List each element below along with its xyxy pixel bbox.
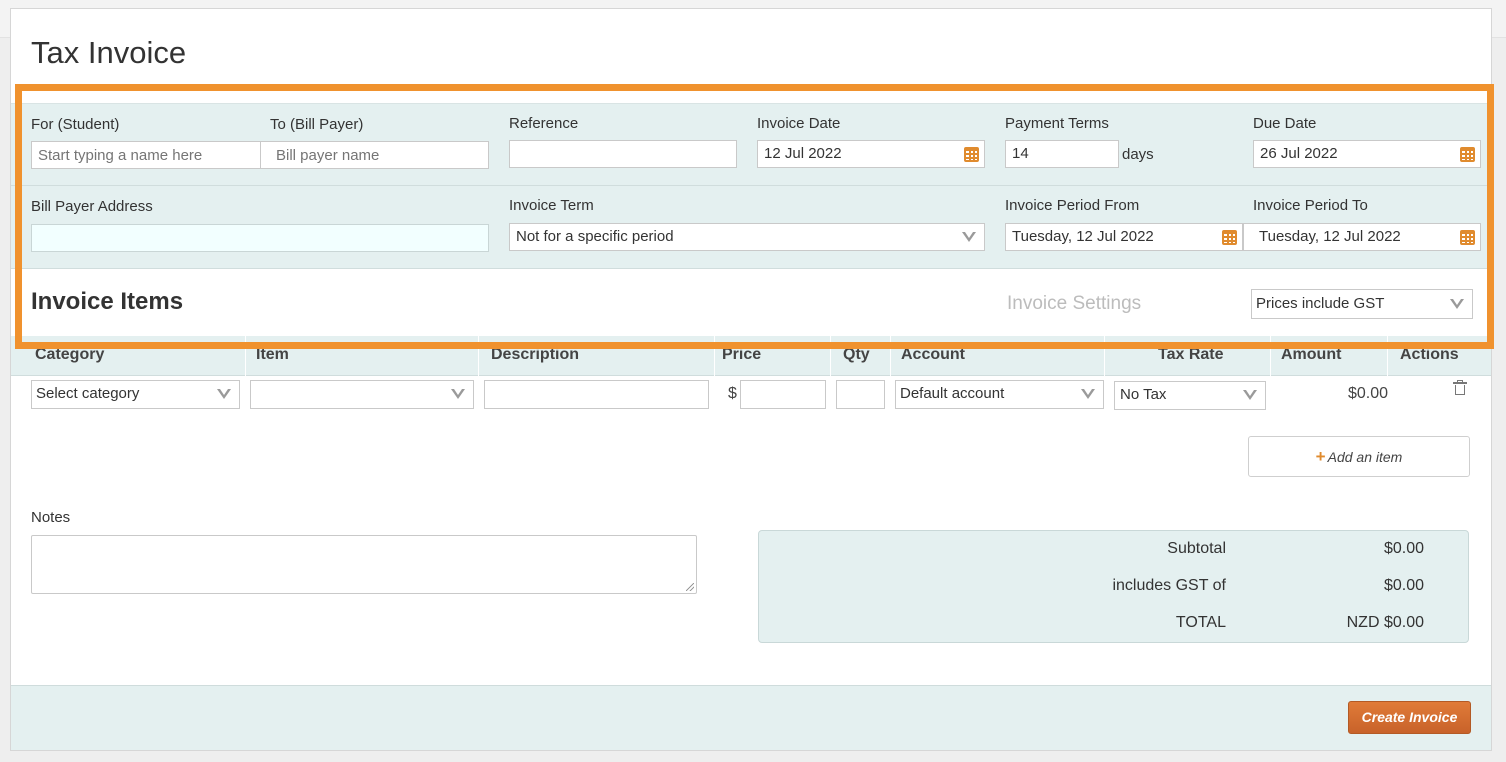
notes-textarea[interactable] <box>31 535 697 594</box>
column-header-item: Item <box>256 346 289 363</box>
column-header-qty: Qty <box>843 346 870 363</box>
category-select[interactable]: Select category <box>31 380 240 409</box>
reference-label: Reference <box>509 115 579 132</box>
bill-payer-address-label: Bill Payer Address <box>31 198 153 215</box>
for-student-input[interactable] <box>31 141 260 169</box>
invoice-page: Tax Invoice For (Student) To (Bill Payer… <box>10 8 1492 751</box>
tax-rate-select[interactable]: No Tax <box>1114 381 1266 410</box>
gst-mode-select[interactable]: Prices include GST <box>1251 289 1473 319</box>
qty-input[interactable] <box>836 380 885 409</box>
item-select[interactable] <box>250 380 474 409</box>
gst-row: includes GST of $0.00 <box>759 577 1470 597</box>
period-to-label: Invoice Period To <box>1253 197 1368 214</box>
payment-terms-label: Payment Terms <box>1005 115 1109 132</box>
period-to-input[interactable]: Tuesday, 12 Jul 2022 <box>1243 223 1481 251</box>
page-title: Tax Invoice <box>31 35 187 70</box>
calendar-icon[interactable] <box>1460 147 1475 162</box>
category-value: Select category <box>36 385 140 402</box>
plus-icon: + <box>1315 447 1326 466</box>
column-header-actions: Actions <box>1400 346 1459 363</box>
chevron-down-icon <box>451 389 465 399</box>
tax-rate-value: No Tax <box>1120 386 1167 403</box>
row-amount: $0.00 <box>1347 385 1388 402</box>
chevron-down-icon <box>1450 299 1464 309</box>
description-input[interactable] <box>484 380 709 409</box>
currency-symbol: $ <box>728 385 737 402</box>
bill-payer-input[interactable] <box>260 141 489 169</box>
add-item-label: Add an item <box>1327 449 1403 465</box>
column-header-account: Account <box>901 346 965 363</box>
calendar-icon[interactable] <box>1460 230 1475 245</box>
trash-icon[interactable] <box>1453 380 1467 395</box>
column-header-description: Description <box>491 346 580 363</box>
column-header-category: Category <box>35 346 105 363</box>
gst-label: includes GST of <box>1112 577 1226 594</box>
due-date-input[interactable]: 26 Jul 2022 <box>1253 140 1481 168</box>
total-value: NZD $0.00 <box>1346 614 1424 631</box>
period-from-label: Invoice Period From <box>1005 197 1140 214</box>
subtotal-row: Subtotal $0.00 <box>759 540 1470 560</box>
payment-terms-unit: days <box>1122 146 1154 163</box>
for-student-label: For (Student) <box>31 116 120 133</box>
items-table-header: Category Item Description Price Qty Acco… <box>11 336 1491 376</box>
price-input[interactable] <box>740 380 826 409</box>
account-select[interactable]: Default account <box>895 380 1104 409</box>
gst-value: $0.00 <box>1383 577 1424 594</box>
period-to-value: Tuesday, 12 Jul 2022 <box>1259 228 1401 245</box>
due-date-label: Due Date <box>1253 115 1317 132</box>
column-header-tax-rate: Tax Rate <box>1158 346 1224 363</box>
invoice-date-label: Invoice Date <box>757 115 841 132</box>
totals-panel: Subtotal $0.00 includes GST of $0.00 TOT… <box>758 530 1469 643</box>
period-from-input[interactable]: Tuesday, 12 Jul 2022 <box>1005 223 1243 251</box>
invoice-term-select[interactable]: Not for a specific period <box>509 223 985 251</box>
invoice-date-input[interactable]: 12 Jul 2022 <box>757 140 985 168</box>
due-date-value: 26 Jul 2022 <box>1260 145 1338 162</box>
invoice-settings-link[interactable]: Invoice Settings <box>1007 293 1141 315</box>
create-invoice-button[interactable]: Create Invoice <box>1348 701 1471 734</box>
period-from-value: Tuesday, 12 Jul 2022 <box>1012 228 1154 245</box>
gst-mode-value: Prices include GST <box>1256 295 1385 312</box>
add-item-button[interactable]: + Add an item <box>1248 436 1470 477</box>
invoice-term-label: Invoice Term <box>509 197 594 214</box>
total-label: TOTAL <box>1175 614 1226 631</box>
chevron-down-icon <box>217 389 231 399</box>
account-value: Default account <box>900 385 1005 402</box>
payment-terms-value: 14 <box>1012 145 1029 162</box>
invoice-term-value: Not for a specific period <box>516 228 674 245</box>
calendar-icon[interactable] <box>964 147 979 162</box>
chevron-down-icon <box>1081 389 1095 399</box>
subtotal-value: $0.00 <box>1383 540 1424 557</box>
invoice-items-title: Invoice Items <box>31 288 184 315</box>
payment-terms-input[interactable]: 14 <box>1005 140 1119 168</box>
notes-label: Notes <box>31 509 71 526</box>
column-header-price: Price <box>722 346 762 363</box>
bill-payer-label: To (Bill Payer) <box>270 116 364 133</box>
subtotal-label: Subtotal <box>1167 540 1226 557</box>
column-header-amount: Amount <box>1281 346 1342 363</box>
calendar-icon[interactable] <box>1222 230 1237 245</box>
reference-input[interactable] <box>509 140 737 168</box>
bill-payer-address-input[interactable] <box>31 224 489 252</box>
chevron-down-icon <box>1243 390 1257 400</box>
invoice-date-value: 12 Jul 2022 <box>764 145 842 162</box>
chevron-down-icon <box>962 232 976 242</box>
footer-bar <box>11 685 1491 750</box>
resize-grip-icon[interactable] <box>686 583 694 591</box>
total-row: TOTAL NZD $0.00 <box>759 614 1470 634</box>
